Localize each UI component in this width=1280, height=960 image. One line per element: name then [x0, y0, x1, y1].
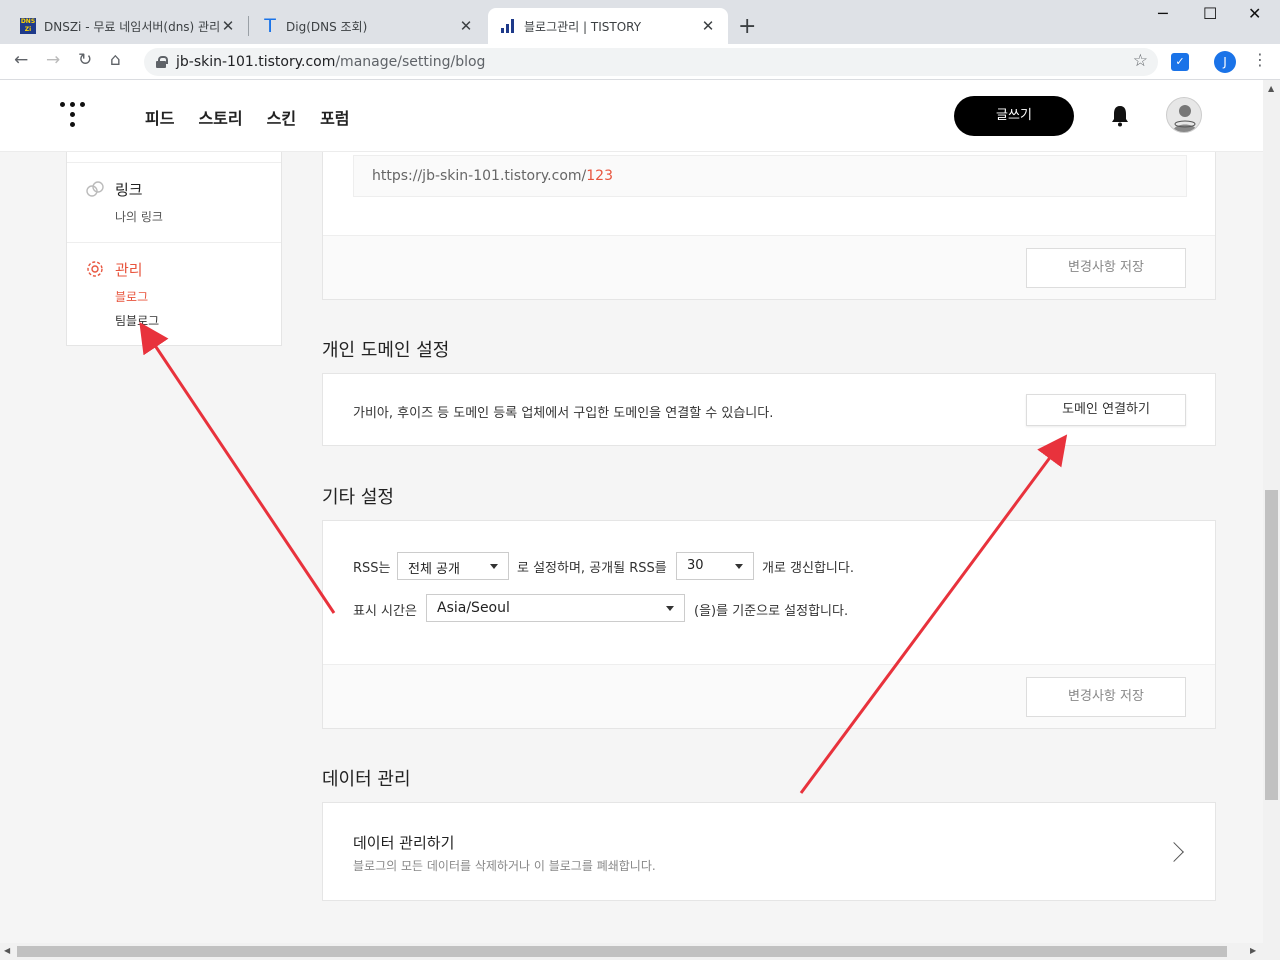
user-avatar[interactable]	[1166, 97, 1202, 133]
close-tab-icon[interactable]: ✕	[458, 17, 474, 35]
home-icon[interactable]: ⌂	[110, 50, 121, 70]
browser-tab-tistory[interactable]: 블로그관리 | TISTORY ✕	[488, 8, 728, 44]
new-tab-icon[interactable]: +	[738, 14, 756, 39]
write-post-button[interactable]: 글쓰기	[954, 96, 1074, 136]
dnszi-favicon: DNS Zi	[20, 18, 36, 34]
save-changes-button[interactable]: 변경사항 저장	[1026, 677, 1186, 717]
chevron-down-icon	[666, 606, 674, 611]
avatar-image	[1173, 105, 1197, 132]
rss-visibility-select[interactable]: 전체 공개	[397, 552, 509, 580]
data-manage-description: 블로그의 모든 데이터를 삭제하거나 이 블로그를 폐쇄합니다.	[353, 859, 656, 873]
vertical-scrollbar[interactable]: ▲	[1263, 80, 1280, 943]
gear-icon	[87, 261, 103, 277]
horizontal-scroll-thumb[interactable]	[17, 946, 1227, 957]
back-icon[interactable]: ←	[14, 50, 28, 70]
rss-suffix-text: 개로 갱신합니다.	[762, 561, 854, 576]
maximize-icon[interactable]: ☐	[1203, 4, 1217, 23]
bookmark-star-icon[interactable]: ☆	[1133, 51, 1148, 71]
minimize-icon[interactable]: ─	[1158, 4, 1168, 23]
reload-icon[interactable]: ↻	[78, 50, 92, 70]
timezone-suffix-text: (을)를 기준으로 설정합니다.	[694, 604, 849, 619]
sidebar-group-link: 링크 나의 링크	[67, 162, 281, 242]
card-footer: 변경사항 저장	[323, 235, 1215, 299]
browser-menu-icon[interactable]: ⋮	[1252, 50, 1268, 69]
blog-url-preview: https://jb-skin-101.tistory.com/123	[353, 155, 1187, 197]
data-manage-link-title[interactable]: 데이터 관리하기	[353, 832, 454, 853]
browser-toolbar: ← → ↻ ⌂ jb-skin-101.tistory.com/manage/s…	[0, 44, 1280, 80]
link-icon	[86, 181, 104, 197]
browser-tab-bar: DNS Zi DNSZi - 무료 네임서버(dns) 관리 ✕ T Dig(DN…	[0, 0, 1280, 44]
chevron-down-icon	[490, 564, 498, 569]
domain-description: 가비아, 후이즈 등 도메인 등록 업체에서 구입한 도메인을 연결할 수 있습…	[353, 406, 774, 421]
close-tab-icon[interactable]: ✕	[220, 17, 236, 35]
rss-count-select[interactable]: 30	[676, 552, 754, 580]
nav-skin[interactable]: 스킨	[267, 105, 296, 129]
browser-tab-dnszi[interactable]: DNS Zi DNSZi - 무료 네임서버(dns) 관리 ✕	[8, 8, 248, 44]
tistory-logo[interactable]	[60, 102, 86, 130]
page-viewport: 링크 나의 링크 관리 블로그 팀블로그 https://jb-skin-101…	[0, 80, 1263, 943]
address-bar[interactable]: jb-skin-101.tistory.com/manage/setting/b…	[144, 48, 1158, 76]
close-tab-icon[interactable]: ✕	[700, 17, 716, 35]
chevron-right-icon[interactable]	[1164, 842, 1184, 862]
save-changes-button[interactable]: 변경사항 저장	[1026, 248, 1186, 288]
section-title-data: 데이터 관리	[322, 769, 411, 790]
section-title-etc: 기타 설정	[322, 487, 394, 508]
data-manage-card[interactable]: 데이터 관리하기 블로그의 모든 데이터를 삭제하거나 이 블로그를 폐쇄합니다…	[322, 802, 1216, 901]
rss-prefix-text: RSS는	[353, 561, 391, 576]
scroll-left-icon[interactable]: ◀	[4, 946, 10, 955]
tab-title: DNSZi - 무료 네임서버(dns) 관리	[44, 19, 220, 34]
etc-settings-card: RSS는 전체 공개 로 설정하며, 공개될 RSS를 30 개로 갱신합니다.…	[322, 520, 1216, 729]
extension-icon[interactable]: ✓	[1171, 53, 1189, 71]
nav-feed[interactable]: 피드	[145, 105, 174, 129]
section-title-domain: 개인 도메인 설정	[322, 340, 450, 361]
tab-title: 블로그관리 | TISTORY	[524, 19, 642, 34]
tab-title: Dig(DNS 조회)	[286, 19, 368, 34]
tab-separator	[248, 16, 249, 36]
chevron-down-icon	[735, 564, 743, 569]
sidebar-item-manage[interactable]: 관리	[115, 259, 143, 280]
sidebar-subitem-my-link[interactable]: 나의 링크	[115, 208, 163, 225]
profile-avatar[interactable]: J	[1214, 51, 1236, 73]
nav-forum[interactable]: 포럼	[320, 105, 349, 129]
sidebar-subitem-blog[interactable]: 블로그	[115, 288, 148, 305]
lock-icon	[156, 56, 168, 68]
scroll-up-icon[interactable]: ▲	[1268, 84, 1274, 93]
main-nav: 피드 스토리 스킨 포럼	[145, 105, 350, 129]
bell-icon[interactable]	[1111, 105, 1129, 127]
sidebar-item-link[interactable]: 링크	[115, 179, 143, 200]
domain-card: 가비아, 후이즈 등 도메인 등록 업체에서 구입한 도메인을 연결할 수 있습…	[322, 373, 1216, 446]
sidebar-group-manage: 관리 블로그 팀블로그	[67, 242, 281, 346]
forward-icon[interactable]: →	[46, 50, 60, 70]
tistory-favicon	[500, 18, 516, 34]
nav-story[interactable]: 스토리	[198, 105, 242, 129]
timezone-prefix-text: 표시 시간은	[353, 604, 417, 619]
address-url: jb-skin-101.tistory.com/manage/setting/b…	[176, 54, 486, 70]
manage-sidebar: 링크 나의 링크 관리 블로그 팀블로그	[66, 152, 282, 346]
connect-domain-button[interactable]: 도메인 연결하기	[1026, 394, 1186, 426]
vertical-scroll-thumb[interactable]	[1265, 490, 1278, 800]
t-favicon: T	[264, 15, 276, 37]
horizontal-scrollbar[interactable]: ◀ ▶	[0, 943, 1280, 960]
browser-tab-dig[interactable]: T Dig(DNS 조회) ✕	[250, 8, 486, 44]
card-footer: 변경사항 저장	[323, 664, 1215, 728]
window-close-icon[interactable]: ✕	[1248, 4, 1261, 23]
sidebar-subitem-team-blog[interactable]: 팀블로그	[115, 312, 159, 329]
timezone-select[interactable]: Asia/Seoul	[426, 594, 685, 622]
scroll-right-icon[interactable]: ▶	[1250, 946, 1256, 955]
tistory-header: 피드 스토리 스킨 포럼 글쓰기	[0, 80, 1263, 152]
rss-middle-text: 로 설정하며, 공개될 RSS를	[517, 561, 667, 576]
